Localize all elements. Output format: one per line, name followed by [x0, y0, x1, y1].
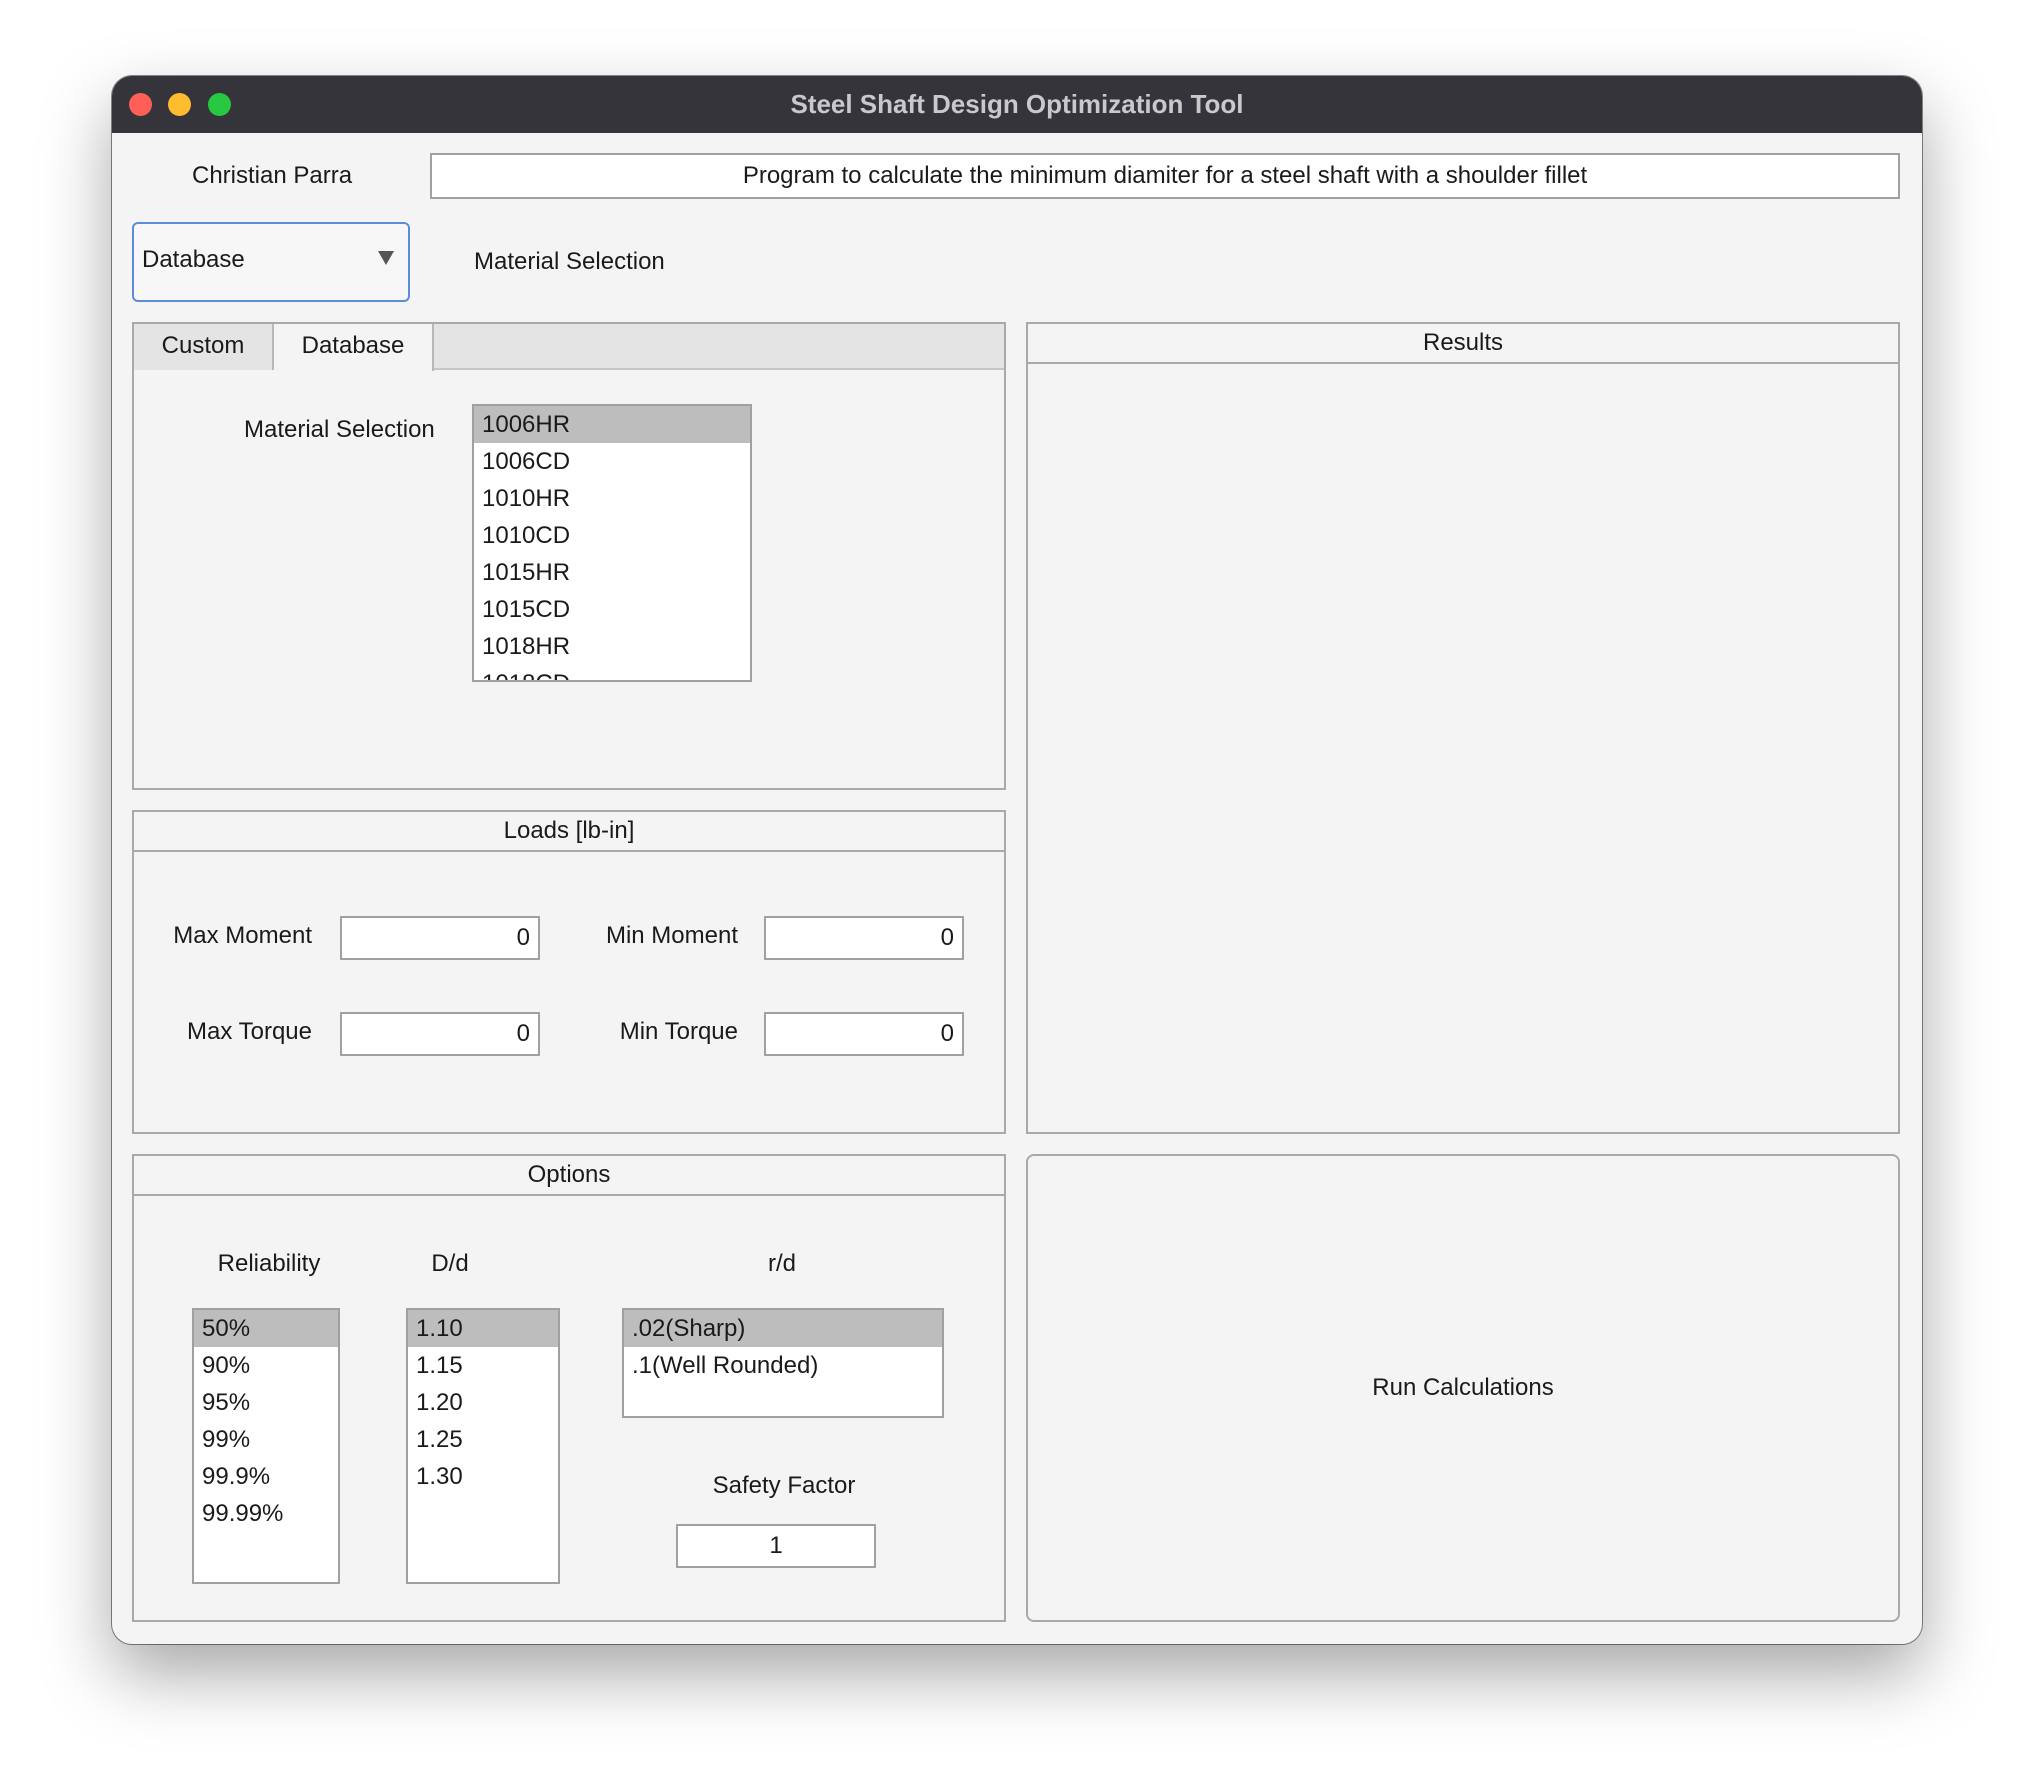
min-torque-label: Min Torque	[619, 1018, 738, 1045]
tab-database[interactable]: Database	[274, 324, 434, 371]
tab-bar: Custom Database	[134, 324, 1004, 371]
dd-label: D/d	[431, 1250, 469, 1277]
material-selection-label: Material Selection	[244, 416, 435, 443]
list-item[interactable]: 50%	[194, 1310, 338, 1347]
source-dropdown-value: Database	[142, 246, 245, 273]
list-item[interactable]: 99%	[194, 1421, 338, 1458]
list-item[interactable]: 1.15	[408, 1347, 558, 1384]
list-item[interactable]: 1.10	[408, 1310, 558, 1347]
loads-panel: Loads [lb-in] Max Moment 0 Min Moment 0 …	[132, 810, 1006, 1134]
list-item[interactable]: 1006CD	[474, 443, 750, 480]
list-item[interactable]: 1010HR	[474, 480, 750, 517]
options-panel: Options Reliability 50% 90% 95% 99% 99.9…	[132, 1154, 1006, 1622]
list-item[interactable]: 1.30	[408, 1458, 558, 1495]
material-listbox[interactable]: 1006HR 1006CD 1010HR 1010CD 1015HR 1015C…	[472, 404, 752, 682]
list-item[interactable]: 1018CD	[474, 665, 750, 680]
list-item[interactable]: 95%	[194, 1384, 338, 1421]
safety-factor-label: Safety Factor	[712, 1472, 856, 1499]
min-moment-label: Min Moment	[605, 922, 738, 949]
description-field: Program to calculate the minimum diamite…	[430, 153, 1900, 199]
max-torque-input[interactable]: 0	[340, 1012, 540, 1056]
dd-listbox[interactable]: 1.10 1.15 1.20 1.25 1.30	[406, 1308, 560, 1584]
list-item[interactable]: 99.99%	[194, 1495, 338, 1532]
list-item[interactable]: 1.20	[408, 1384, 558, 1421]
reliability-label: Reliability	[217, 1250, 321, 1277]
min-torque-input[interactable]: 0	[764, 1012, 964, 1056]
reliability-listbox[interactable]: 50% 90% 95% 99% 99.9% 99.99%	[192, 1308, 340, 1584]
title-bar: Steel Shaft Design Optimization Tool	[112, 76, 1922, 133]
results-panel: Results	[1026, 322, 1900, 1134]
loads-panel-title: Loads [lb-in]	[134, 812, 1004, 852]
app-window: Steel Shaft Design Optimization Tool Chr…	[112, 76, 1922, 1644]
chevron-down-icon	[378, 251, 394, 265]
list-item[interactable]: 1018HR	[474, 628, 750, 665]
list-item[interactable]: 90%	[194, 1347, 338, 1384]
window-title: Steel Shaft Design Optimization Tool	[790, 89, 1244, 119]
max-moment-input[interactable]: 0	[340, 916, 540, 960]
author-label: Christian Parra	[192, 162, 353, 189]
list-item[interactable]: 1.25	[408, 1421, 558, 1458]
list-item[interactable]: .02(Sharp)	[624, 1310, 942, 1347]
run-calculations-button[interactable]: Run Calculations	[1026, 1154, 1900, 1622]
material-tab-group: Custom Database Material Selection 1006H…	[132, 322, 1006, 790]
options-panel-title: Options	[134, 1156, 1004, 1196]
source-dropdown[interactable]: Database	[132, 222, 410, 302]
material-selection-heading: Material Selection	[474, 248, 665, 275]
rd-listbox[interactable]: .02(Sharp) .1(Well Rounded)	[622, 1308, 944, 1418]
list-item[interactable]: 99.9%	[194, 1458, 338, 1495]
max-moment-label: Max Moment	[173, 922, 312, 949]
list-item[interactable]: 1010CD	[474, 517, 750, 554]
results-panel-title: Results	[1028, 324, 1898, 364]
min-moment-input[interactable]: 0	[764, 916, 964, 960]
safety-factor-input[interactable]: 1	[676, 1524, 876, 1568]
max-torque-label: Max Torque	[187, 1018, 312, 1045]
tab-custom[interactable]: Custom	[134, 324, 274, 370]
list-item[interactable]: 1006HR	[474, 406, 750, 443]
rd-label: r/d	[767, 1250, 796, 1277]
list-item[interactable]: 1015CD	[474, 591, 750, 628]
list-item[interactable]: .1(Well Rounded)	[624, 1347, 942, 1384]
list-item[interactable]: 1015HR	[474, 554, 750, 591]
